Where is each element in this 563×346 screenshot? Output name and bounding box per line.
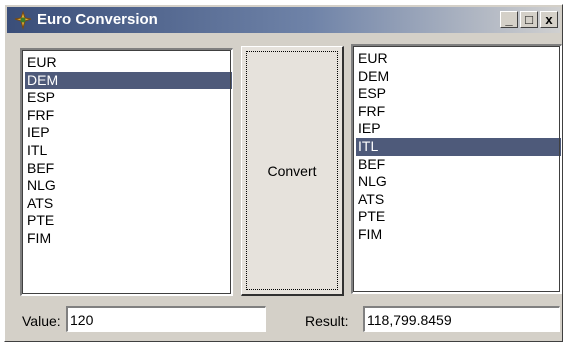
currency-option-iep[interactable]: IEP [25,124,232,142]
currency-option-nlg[interactable]: NLG [356,173,561,191]
minimize-button[interactable]: _ [500,11,518,28]
currency-option-ats[interactable]: ATS [25,195,232,213]
convert-button[interactable]: Convert [241,46,344,296]
currency-option-eur[interactable]: EUR [25,54,232,72]
currency-option-itl[interactable]: ITL [25,142,232,160]
currency-option-itl[interactable]: ITL [356,137,561,156]
to-currency-list[interactable]: EUR DEM ESP FRF IEP ITL BEF NLG ATS PTE FIM [351,44,562,294]
currency-option-bef[interactable]: BEF [25,160,232,178]
currency-option-esp[interactable]: ESP [25,89,232,107]
currency-option-esp[interactable]: ESP [356,85,561,103]
currency-option-pte[interactable]: PTE [356,208,561,226]
from-currency-items: EUR DEM ESP FRF IEP ITL BEF NLG ATS PTE FIM [22,50,232,248]
currency-option-frf[interactable]: FRF [25,107,232,125]
from-currency-list[interactable]: EUR DEM ESP FRF IEP ITL BEF NLG ATS PTE FIM [20,48,233,296]
currency-option-bef[interactable]: BEF [356,156,561,174]
currency-option-dem[interactable]: DEM [25,71,232,90]
result-label: Result: [305,313,349,329]
title-bar[interactable]: Euro Conversion _ □ x [7,7,560,33]
currency-option-dem[interactable]: DEM [356,68,561,86]
currency-option-ats[interactable]: ATS [356,191,561,209]
currency-option-iep[interactable]: IEP [356,120,561,138]
result-field[interactable]: 118,799.8459 [363,306,560,332]
value-label: Value: [22,313,61,329]
window-title: Euro Conversion [37,11,158,28]
currency-option-eur[interactable]: EUR [356,50,561,68]
currency-option-fim[interactable]: FIM [25,230,232,248]
currency-option-nlg[interactable]: NLG [25,177,232,195]
maximize-button[interactable]: □ [520,11,538,28]
value-input[interactable]: 120 [66,306,266,332]
currency-option-pte[interactable]: PTE [25,212,232,230]
close-button[interactable]: x [540,11,558,28]
currency-option-frf[interactable]: FRF [356,103,561,121]
euro-app-icon [14,10,32,30]
to-currency-items: EUR DEM ESP FRF IEP ITL BEF NLG ATS PTE FIM [353,46,561,244]
currency-option-fim[interactable]: FIM [356,226,561,244]
